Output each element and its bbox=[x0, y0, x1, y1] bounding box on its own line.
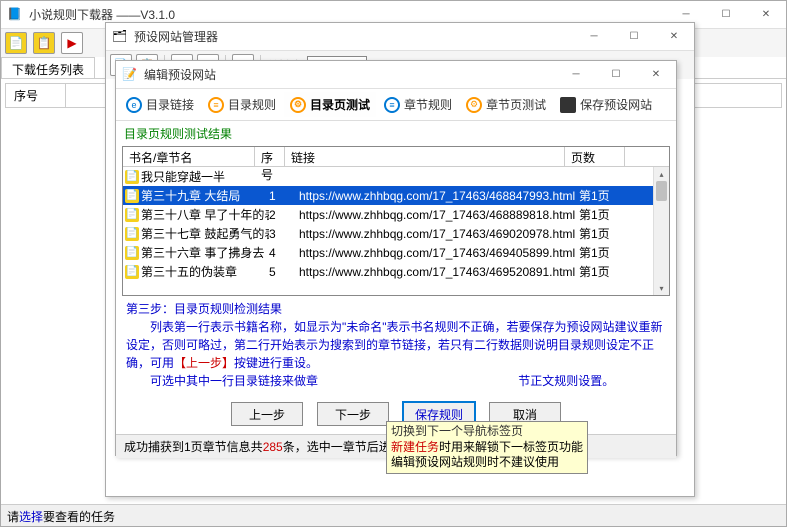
tab-directory-rule[interactable]: ≡目录规则 bbox=[202, 92, 282, 117]
editor-maximize-button[interactable]: ☐ bbox=[596, 61, 636, 89]
row-icon: 📄 bbox=[125, 265, 139, 279]
table-row[interactable]: 📄第三十九章 大结局1https://www.zhhbqg.com/17_174… bbox=[123, 186, 669, 205]
table-body: 📄我只能穿越一半📄第三十九章 大结局1https://www.zhhbqg.co… bbox=[123, 167, 669, 295]
editor-title: 编辑预设网站 bbox=[144, 66, 556, 83]
tab-download-tasks[interactable]: 下载任务列表 bbox=[1, 57, 95, 78]
editor-tabs: e目录链接 ≡目录规则 ⚙目录页测试 ≡章节规则 ⚙章节页测试 保存预设网站 bbox=[116, 89, 676, 121]
th-page[interactable]: 页数 bbox=[565, 147, 625, 166]
scroll-thumb[interactable] bbox=[656, 181, 667, 201]
row-icon: 📄 bbox=[125, 189, 139, 203]
tab-chapter-rule[interactable]: ≡章节规则 bbox=[378, 92, 458, 117]
cell-link: https://www.zhhbqg.com/17_17463/46940589… bbox=[299, 246, 579, 260]
vertical-scrollbar[interactable]: ▴ ▾ bbox=[653, 167, 669, 295]
tab-directory-test[interactable]: ⚙目录页测试 bbox=[284, 92, 376, 117]
step3-p2: 可选中其中一行目录链接来做章__________________________… bbox=[126, 372, 666, 390]
manager-close-button[interactable]: ✕ bbox=[654, 23, 694, 51]
cell-page: 第1页 bbox=[579, 187, 629, 204]
cell-seq: 2 bbox=[269, 208, 299, 222]
tab-chapter-test[interactable]: ⚙章节页测试 bbox=[460, 92, 552, 117]
manager-minimize-button[interactable]: ─ bbox=[574, 23, 614, 51]
cell-name: 第三十八章 早了十年的表白 bbox=[141, 206, 269, 223]
table-row[interactable]: 📄我只能穿越一半 bbox=[123, 167, 669, 186]
tooltip-line1: 切换到下一个导航标签页 bbox=[391, 424, 583, 440]
cell-link: https://www.zhhbqg.com/17_17463/46902097… bbox=[299, 227, 579, 241]
row-icon: 📄 bbox=[125, 246, 139, 260]
next-button[interactable]: 下一步 bbox=[317, 402, 389, 426]
table-row[interactable]: 📄第三十七章 鼓起勇气的表白3https://www.zhhbqg.com/17… bbox=[123, 224, 669, 243]
editor-close-button[interactable]: ✕ bbox=[636, 61, 676, 89]
manager-title: 预设网站管理器 bbox=[134, 28, 574, 45]
editor-window: 📝 编辑预设网站 ─ ☐ ✕ e目录链接 ≡目录规则 ⚙目录页测试 ≡章节规则 … bbox=[115, 60, 677, 456]
rule-icon: ≡ bbox=[208, 97, 224, 113]
cell-name: 第三十六章 事了拂身去 bbox=[141, 244, 269, 261]
cell-link: https://www.zhhbqg.com/17_17463/46884799… bbox=[299, 189, 579, 203]
table-row[interactable]: 📄第三十八章 早了十年的表白2https://www.zhhbqg.com/17… bbox=[123, 205, 669, 224]
table-header: 书名/章节名 序号 链接 页数 bbox=[123, 147, 669, 167]
th-seq[interactable]: 序号 bbox=[255, 147, 285, 166]
editor-minimize-button[interactable]: ─ bbox=[556, 61, 596, 89]
cell-seq: 3 bbox=[269, 227, 299, 241]
editor-titlebar: 📝 编辑预设网站 ─ ☐ ✕ bbox=[116, 61, 676, 89]
toolbar-icon-1[interactable]: 📄 bbox=[5, 32, 27, 54]
maximize-button[interactable]: ☐ bbox=[706, 1, 746, 29]
scroll-up-icon[interactable]: ▴ bbox=[654, 167, 669, 181]
main-title: 小说规则下载器 ——V3.1.0 bbox=[29, 6, 666, 23]
row-icon: 📄 bbox=[125, 170, 139, 184]
manager-icon: 🗂 bbox=[112, 29, 128, 45]
scroll-down-icon[interactable]: ▾ bbox=[654, 281, 669, 295]
tooltip-line2: 新建任务时用来解锁下一标签页功能 bbox=[391, 440, 583, 456]
th-link[interactable]: 链接 bbox=[285, 147, 565, 166]
cell-page: 第1页 bbox=[579, 263, 629, 280]
th-name[interactable]: 书名/章节名 bbox=[123, 147, 255, 166]
cell-name: 第三十七章 鼓起勇气的表白 bbox=[141, 225, 269, 242]
cell-name: 我只能穿越一半 bbox=[141, 168, 269, 185]
prev-button[interactable]: 上一步 bbox=[231, 402, 303, 426]
tooltip-line3: 编辑预设网站规则时不建议使用 bbox=[391, 455, 583, 471]
tooltip: 切换到下一个导航标签页 新建任务时用来解锁下一标签页功能 编辑预设网站规则时不建… bbox=[386, 421, 588, 474]
row-icon: 📄 bbox=[125, 227, 139, 241]
tab-directory-link[interactable]: e目录链接 bbox=[120, 92, 200, 117]
row-icon: 📄 bbox=[125, 208, 139, 222]
save-icon bbox=[560, 97, 576, 113]
main-statusbar: 请选择要查看的任务 bbox=[1, 504, 786, 526]
globe-icon: e bbox=[126, 97, 142, 113]
cell-name: 第三十九章 大结局 bbox=[141, 187, 269, 204]
toolbar-play-icon[interactable]: ▶ bbox=[61, 32, 83, 54]
step3-p1: 列表第一行表示书籍名称，如显示为"未命名"表示书名规则不正确，若要保存为预设网站… bbox=[126, 318, 666, 372]
cell-link: https://www.zhhbqg.com/17_17463/46952089… bbox=[299, 265, 579, 279]
gear-icon: ⚙ bbox=[466, 97, 482, 113]
gear-icon: ⚙ bbox=[290, 97, 306, 113]
cell-name: 第三十五的伪装章 bbox=[141, 263, 269, 280]
result-table: 书名/章节名 序号 链接 页数 📄我只能穿越一半📄第三十九章 大结局1https… bbox=[122, 146, 670, 296]
editor-icon: 📝 bbox=[122, 67, 138, 83]
cell-page: 第1页 bbox=[579, 225, 629, 242]
app-icon: 📘 bbox=[7, 7, 23, 23]
cell-link: https://www.zhhbqg.com/17_17463/46888981… bbox=[299, 208, 579, 222]
section-title: 目录页规则测试结果 bbox=[116, 121, 676, 146]
tab-save-preset[interactable]: 保存预设网站 bbox=[554, 92, 658, 117]
manager-maximize-button[interactable]: ☐ bbox=[614, 23, 654, 51]
col-seq: 序号 bbox=[6, 84, 66, 107]
cell-page: 第1页 bbox=[579, 206, 629, 223]
step3-text: 第三步：目录页规则检测结果 列表第一行表示书籍名称，如显示为"未命名"表示书名规… bbox=[116, 296, 676, 394]
cell-seq: 4 bbox=[269, 246, 299, 260]
step3-heading: 第三步：目录页规则检测结果 bbox=[126, 300, 666, 318]
toolbar-icon-2[interactable]: 📋 bbox=[33, 32, 55, 54]
cell-seq: 1 bbox=[269, 189, 299, 203]
table-row[interactable]: 📄第三十五的伪装章5https://www.zhhbqg.com/17_1746… bbox=[123, 262, 669, 281]
table-row[interactable]: 📄第三十六章 事了拂身去4https://www.zhhbqg.com/17_1… bbox=[123, 243, 669, 262]
cell-page: 第1页 bbox=[579, 244, 629, 261]
close-button[interactable]: ✕ bbox=[746, 1, 786, 29]
manager-titlebar: 🗂 预设网站管理器 ─ ☐ ✕ bbox=[106, 23, 694, 51]
chapter-icon: ≡ bbox=[384, 97, 400, 113]
cell-seq: 5 bbox=[269, 265, 299, 279]
